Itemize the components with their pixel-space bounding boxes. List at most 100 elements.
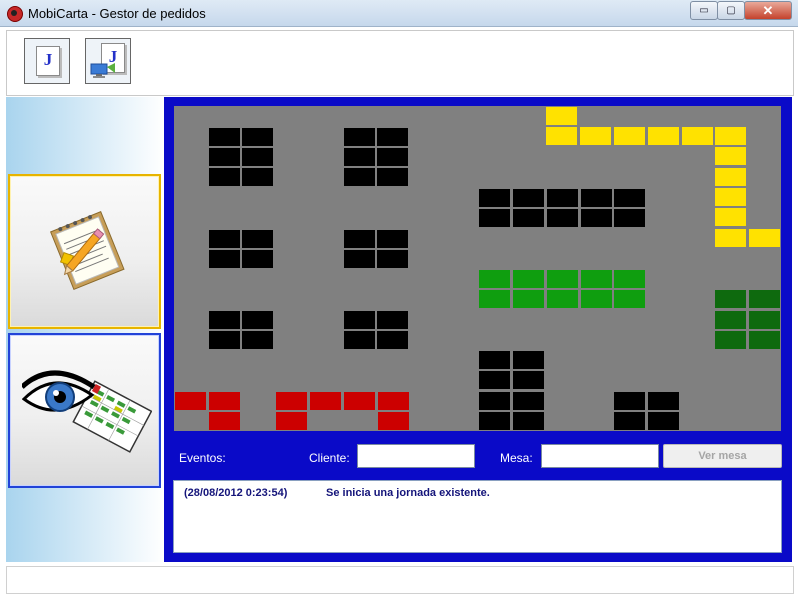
table-red[interactable] xyxy=(209,412,240,430)
table-black[interactable] xyxy=(209,250,240,268)
table-black[interactable] xyxy=(581,189,612,207)
table-black[interactable] xyxy=(242,331,273,349)
table-yellow[interactable] xyxy=(749,229,780,247)
table-yellow[interactable] xyxy=(580,127,611,145)
table-black[interactable] xyxy=(377,311,408,329)
table-red[interactable] xyxy=(209,392,240,410)
table-black[interactable] xyxy=(242,148,273,166)
table-black[interactable] xyxy=(614,392,645,410)
ver-mesa-button[interactable]: Ver mesa xyxy=(663,444,782,468)
table-black[interactable] xyxy=(242,168,273,186)
table-black[interactable] xyxy=(242,128,273,146)
table-yellow[interactable] xyxy=(715,188,746,206)
table-black[interactable] xyxy=(479,371,510,389)
table-black[interactable] xyxy=(344,148,375,166)
table-black[interactable] xyxy=(377,128,408,146)
table-black[interactable] xyxy=(648,412,679,430)
table-yellow[interactable] xyxy=(715,147,746,165)
table-black[interactable] xyxy=(614,189,645,207)
table-black[interactable] xyxy=(344,311,375,329)
table-darkgreen[interactable] xyxy=(715,290,746,308)
table-red[interactable] xyxy=(310,392,341,410)
table-darkgreen[interactable] xyxy=(749,311,780,329)
table-green[interactable] xyxy=(581,270,612,288)
table-black[interactable] xyxy=(648,392,679,410)
table-black[interactable] xyxy=(344,331,375,349)
table-red[interactable] xyxy=(276,392,307,410)
table-black[interactable] xyxy=(209,230,240,248)
table-black[interactable] xyxy=(242,230,273,248)
table-green[interactable] xyxy=(581,290,612,308)
table-black[interactable] xyxy=(377,148,408,166)
table-black[interactable] xyxy=(547,189,578,207)
table-black[interactable] xyxy=(513,209,544,227)
cliente-input[interactable] xyxy=(357,444,475,468)
table-black[interactable] xyxy=(513,412,544,430)
table-yellow[interactable] xyxy=(648,127,679,145)
table-black[interactable] xyxy=(614,412,645,430)
table-black[interactable] xyxy=(513,351,544,369)
table-green[interactable] xyxy=(614,290,645,308)
table-black[interactable] xyxy=(377,168,408,186)
table-darkgreen[interactable] xyxy=(749,290,780,308)
table-red[interactable] xyxy=(378,392,409,410)
table-black[interactable] xyxy=(513,189,544,207)
table-black[interactable] xyxy=(513,371,544,389)
maximize-button[interactable]: ▢ xyxy=(717,1,745,20)
table-darkgreen[interactable] xyxy=(715,331,746,349)
table-green[interactable] xyxy=(479,270,510,288)
table-black[interactable] xyxy=(344,250,375,268)
table-black[interactable] xyxy=(547,209,578,227)
close-button[interactable]: ✕ xyxy=(744,1,792,20)
table-red[interactable] xyxy=(276,412,307,430)
table-black[interactable] xyxy=(479,412,510,430)
table-black[interactable] xyxy=(614,209,645,227)
jornada-network-button[interactable]: J xyxy=(85,38,131,84)
table-yellow[interactable] xyxy=(614,127,645,145)
table-black[interactable] xyxy=(344,230,375,248)
title-bar[interactable]: MobiCarta - Gestor de pedidos ▭ ▢ ✕ xyxy=(0,0,798,27)
table-green[interactable] xyxy=(513,290,544,308)
table-darkgreen[interactable] xyxy=(715,311,746,329)
table-red[interactable] xyxy=(344,392,375,410)
table-yellow[interactable] xyxy=(715,168,746,186)
table-black[interactable] xyxy=(209,331,240,349)
table-black[interactable] xyxy=(479,209,510,227)
table-black[interactable] xyxy=(377,331,408,349)
table-green[interactable] xyxy=(547,290,578,308)
jornada-button[interactable]: J xyxy=(24,38,70,84)
table-black[interactable] xyxy=(479,189,510,207)
table-green[interactable] xyxy=(614,270,645,288)
table-black[interactable] xyxy=(479,392,510,410)
table-green[interactable] xyxy=(479,290,510,308)
table-black[interactable] xyxy=(242,311,273,329)
table-black[interactable] xyxy=(344,168,375,186)
table-yellow[interactable] xyxy=(546,107,577,125)
table-black[interactable] xyxy=(377,230,408,248)
table-black[interactable] xyxy=(581,209,612,227)
table-red[interactable] xyxy=(378,412,409,430)
table-black[interactable] xyxy=(209,128,240,146)
table-black[interactable] xyxy=(209,148,240,166)
table-yellow[interactable] xyxy=(715,229,746,247)
table-yellow[interactable] xyxy=(546,127,577,145)
table-yellow[interactable] xyxy=(682,127,713,145)
table-black[interactable] xyxy=(242,250,273,268)
minimize-button[interactable]: ▭ xyxy=(690,1,718,20)
table-green[interactable] xyxy=(547,270,578,288)
table-black[interactable] xyxy=(209,168,240,186)
table-darkgreen[interactable] xyxy=(749,331,780,349)
table-black[interactable] xyxy=(209,311,240,329)
table-yellow[interactable] xyxy=(715,208,746,226)
mesa-input[interactable] xyxy=(541,444,659,468)
table-yellow[interactable] xyxy=(715,127,746,145)
table-black[interactable] xyxy=(377,250,408,268)
table-green[interactable] xyxy=(513,270,544,288)
sidebar-item-ver-mesas[interactable] xyxy=(8,333,161,488)
event-log[interactable]: (28/08/2012 0:23:54) Se inicia una jorna… xyxy=(173,480,782,553)
table-black[interactable] xyxy=(479,351,510,369)
sidebar-item-pedidos[interactable] xyxy=(8,174,161,329)
table-red[interactable] xyxy=(175,392,206,410)
table-black[interactable] xyxy=(513,392,544,410)
table-black[interactable] xyxy=(344,128,375,146)
